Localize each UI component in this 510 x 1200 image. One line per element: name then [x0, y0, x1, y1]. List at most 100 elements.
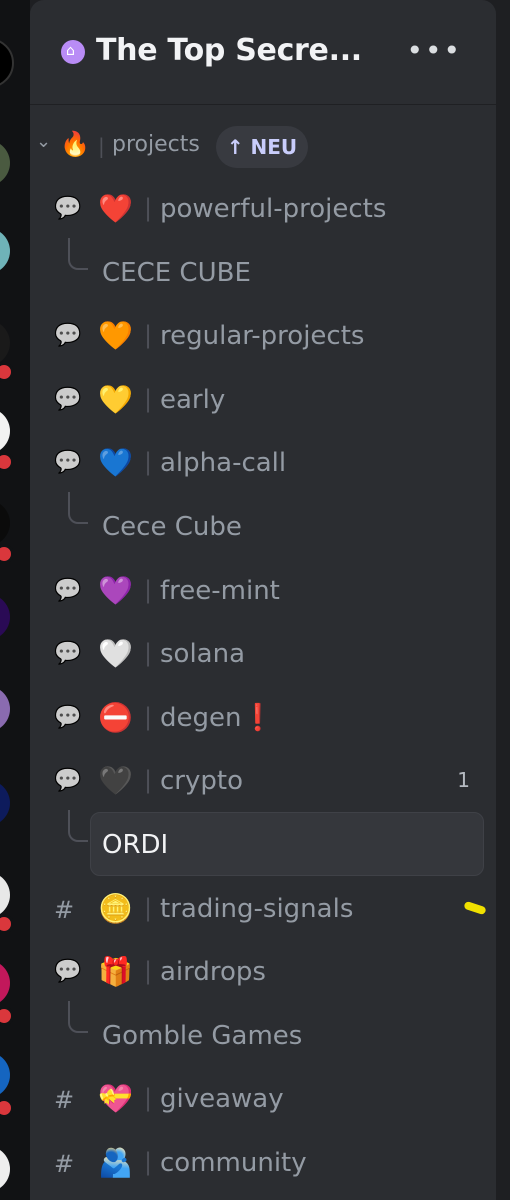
- channel-free-mint[interactable]: 💬 💜 | free-mint: [30, 564, 496, 620]
- server-header[interactable]: ⌂ The Top Secre... •••: [30, 0, 496, 105]
- channel-emoji: ⛔: [98, 700, 133, 734]
- separator: |: [144, 957, 153, 986]
- channel-community[interactable]: # 🫂 | community: [30, 1136, 496, 1192]
- channel-trading-signals[interactable]: # 🪙 | trading-signals: [30, 882, 496, 938]
- more-options-icon[interactable]: •••: [406, 34, 462, 67]
- separator: |: [144, 575, 153, 604]
- channel-emoji: 🖤: [98, 764, 133, 798]
- separator: |: [144, 702, 153, 731]
- exclamation-icon: ❗: [241, 702, 274, 733]
- forum-icon: 💬: [54, 959, 82, 985]
- channel-name-text: alpha-call: [160, 448, 287, 479]
- thread-item[interactable]: Cece Cube: [30, 492, 496, 556]
- forum-icon: 💬: [54, 704, 82, 730]
- separator: |: [144, 893, 153, 922]
- thread-name: CECE CUBE: [102, 257, 251, 288]
- forum-icon: 💬: [54, 323, 82, 349]
- channel-name-text: airdrops: [160, 957, 266, 988]
- channel-name: community: [160, 1148, 307, 1178]
- server-icon[interactable]: [0, 686, 10, 732]
- mention-badge: [0, 544, 14, 564]
- channel-name: powerful-projects: [160, 194, 386, 224]
- channel-emoji: 💙: [98, 446, 133, 480]
- channel-name: trading-signals: [160, 894, 353, 924]
- channel-emoji: 💛: [98, 382, 133, 416]
- mention-badge: [0, 1006, 14, 1026]
- channel-name-text: trading-signals: [160, 893, 354, 924]
- server-icon[interactable]: [0, 408, 10, 454]
- channel-regular-projects[interactable]: 💬 🧡 | regular-projects: [30, 309, 496, 365]
- server-icon[interactable]: [0, 500, 10, 546]
- channel-degen[interactable]: 💬 ⛔ | degen❗: [30, 691, 496, 747]
- server-icon[interactable]: [0, 228, 10, 274]
- channel-solana[interactable]: 💬 🤍 | solana: [30, 627, 496, 683]
- channel-emoji: 🫂: [98, 1146, 133, 1179]
- thread-name: ORDI: [102, 830, 169, 860]
- channel-sidebar: ⌂ The Top Secre... ••• ⌄ 🔥 | projects ↑ …: [30, 0, 496, 1200]
- server-icon[interactable]: [0, 594, 10, 640]
- channel-giveaway[interactable]: # 💝 | giveaway: [30, 1072, 496, 1128]
- thread-connector: [68, 492, 88, 524]
- mention-badge: [0, 1098, 14, 1118]
- channel-powerful-projects[interactable]: 💬 ❤️ | powerful-projects: [30, 182, 496, 238]
- channel-name-text: degen: [160, 702, 242, 733]
- channel-name-text: early: [160, 384, 226, 415]
- forum-icon: 💬: [54, 196, 82, 221]
- hash-icon: #: [54, 1086, 75, 1115]
- server-icon[interactable]: [0, 872, 10, 918]
- thread-name: Gomble Games: [102, 1020, 303, 1051]
- channel-name-text: regular-projects: [160, 321, 365, 352]
- channel-crypto[interactable]: 💬 🖤 | crypto 1: [30, 754, 496, 810]
- thread-name: Cece Cube: [102, 512, 242, 542]
- channel-airdrops[interactable]: 💬 🎁 | airdrops: [30, 945, 496, 1001]
- channel-emoji: 🪙: [98, 891, 133, 925]
- hash-icon: #: [54, 1150, 75, 1178]
- channel-name-text: powerful-projects: [160, 194, 387, 224]
- thread-item[interactable]: CECE CUBE: [30, 237, 496, 302]
- forum-icon: 💬: [54, 577, 82, 603]
- server-icon[interactable]: [0, 140, 10, 186]
- category-emoji: 🔥: [60, 130, 90, 158]
- separator: |: [144, 321, 153, 350]
- thread-connector: [68, 1000, 88, 1033]
- channel-name-text: crypto: [160, 766, 243, 797]
- channel-emoji: 💝: [98, 1082, 133, 1116]
- thread-item[interactable]: ORDI: [30, 810, 496, 876]
- server-icon[interactable]: [0, 960, 10, 1006]
- separator: |: [144, 639, 153, 668]
- forum-icon: 💬: [54, 641, 82, 667]
- server-icon[interactable]: [0, 320, 10, 366]
- server-name[interactable]: The Top Secre...: [96, 33, 362, 68]
- server-rail: [0, 0, 30, 1200]
- thread-item[interactable]: Gomble Games: [30, 1000, 496, 1065]
- category-projects[interactable]: ⌄ 🔥 | projects ↑ NEU: [30, 126, 496, 170]
- channel-emoji: 🎁: [98, 955, 133, 989]
- forum-icon: 💬: [54, 768, 82, 794]
- channel-name: airdrops: [160, 957, 266, 987]
- new-badge-button[interactable]: ↑ NEU: [216, 126, 308, 168]
- mention-badge: [0, 914, 14, 934]
- separator: |: [144, 194, 153, 222]
- forum-icon: 💬: [54, 450, 82, 476]
- server-icon[interactable]: [0, 1146, 10, 1192]
- forum-icon: 💬: [54, 386, 82, 412]
- channel-early[interactable]: 💬 💛 | early: [30, 373, 496, 429]
- separator: |: [144, 766, 153, 795]
- server-icon[interactable]: [0, 780, 10, 826]
- separator: |: [144, 384, 153, 413]
- channel-name: early: [160, 385, 225, 415]
- unread-marker: [463, 900, 487, 915]
- channel-name-text: free-mint: [160, 575, 280, 606]
- chevron-down-icon[interactable]: ⌄: [36, 131, 51, 152]
- channel-alpha-call[interactable]: 💬 💙 | alpha-call: [30, 436, 496, 492]
- server-icon[interactable]: [0, 1052, 10, 1098]
- thread-connector: [68, 810, 88, 842]
- channel-emoji: 💜: [98, 573, 133, 607]
- channel-emoji: 🤍: [98, 637, 133, 671]
- channel-name-text: giveaway: [160, 1084, 284, 1115]
- thread-connector: [68, 237, 88, 270]
- channel-name: giveaway: [160, 1084, 284, 1114]
- category-name: projects: [112, 132, 200, 157]
- server-icon[interactable]: [0, 38, 14, 88]
- channel-name: regular-projects: [160, 321, 364, 351]
